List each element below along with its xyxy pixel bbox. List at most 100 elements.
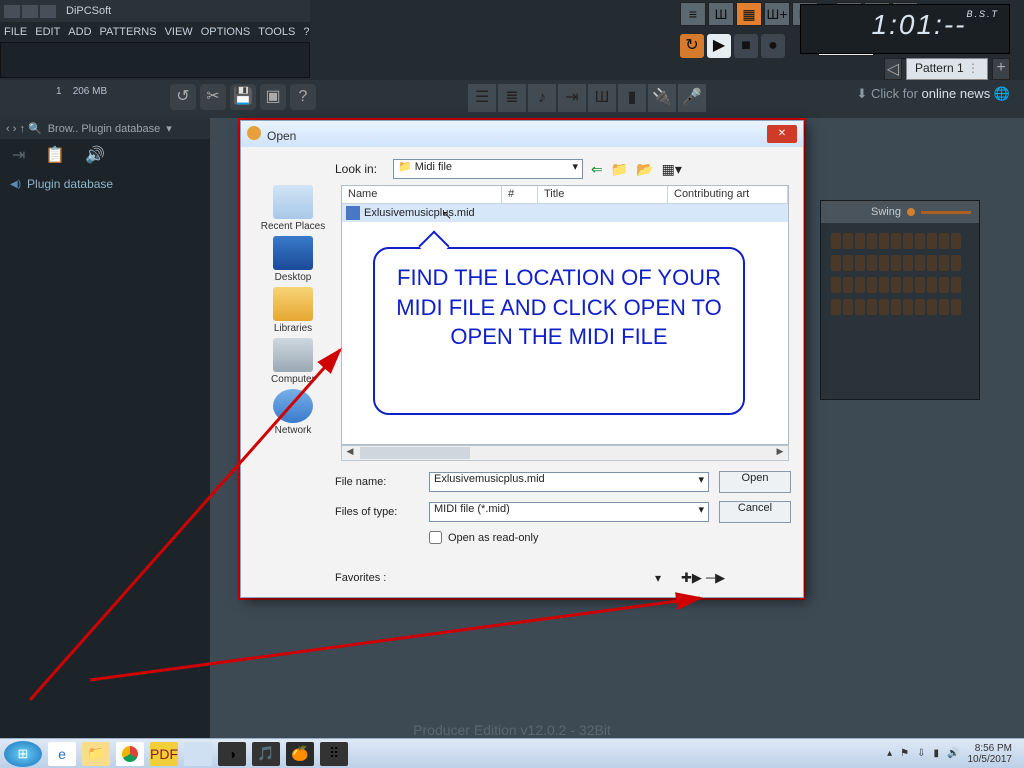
pattern-name[interactable]: Pattern 1 ⋮: [906, 58, 988, 80]
file-row-selected[interactable]: Exlusivemusicplus.mid: [342, 204, 788, 222]
pattern-selector[interactable]: ◁ Pattern 1 ⋮ +: [884, 58, 1010, 80]
system-tray[interactable]: ▴ ⚑ ⇩ ▮ 🔊 8:56 PM 10/5/2017: [887, 743, 1020, 765]
menu-edit[interactable]: EDIT: [35, 26, 60, 38]
col-contrib[interactable]: Contributing art: [668, 186, 788, 203]
tray-network-icon[interactable]: ▮: [934, 748, 940, 759]
place-recent[interactable]: Recent Places: [261, 185, 325, 232]
menu-options[interactable]: OPTIONS: [201, 26, 251, 38]
tray-volume-icon[interactable]: 🔊: [947, 748, 959, 759]
taskbar-app-icon[interactable]: ◑: [218, 742, 246, 766]
menu-add[interactable]: ADD: [68, 26, 91, 38]
filename-input[interactable]: Exlusivemusicplus.mid▾: [429, 472, 709, 492]
menu-view[interactable]: VIEW: [165, 26, 193, 38]
col-num[interactable]: #: [502, 186, 538, 203]
save-icon[interactable]: 💾: [230, 84, 256, 110]
scroll-left-icon[interactable]: ◀: [342, 446, 358, 460]
favorites-dropdown[interactable]: ▾: [429, 571, 661, 585]
toolbar-icon[interactable]: ≣: [498, 84, 526, 112]
filetype-dropdown[interactable]: MIDI file (*.mid)▾: [429, 502, 709, 522]
dialog-titlebar[interactable]: Open ✕: [241, 121, 803, 147]
place-desktop[interactable]: Desktop: [273, 236, 313, 283]
taskbar-ie-icon[interactable]: e: [48, 742, 76, 766]
browser-item-plugin-db[interactable]: Plugin database: [0, 171, 210, 197]
horizontal-scrollbar[interactable]: ◀ ▶: [341, 445, 789, 461]
back-icon[interactable]: ⇐: [591, 161, 603, 178]
taskbar-fl-icon[interactable]: 🍊: [286, 742, 314, 766]
copy-icon: 📋: [45, 145, 65, 165]
new-folder-icon[interactable]: 📂: [636, 161, 653, 178]
tray-download-icon[interactable]: ⇩: [917, 748, 925, 759]
main-menu: FILE EDIT ADD PATTERNS VIEW OPTIONS TOOL…: [0, 22, 310, 42]
title-bar[interactable]: DiPCSoft: [0, 0, 310, 22]
pattern-add-icon[interactable]: +: [992, 58, 1010, 80]
file-list-header[interactable]: Name # Title Contributing art: [342, 186, 788, 204]
cancel-button[interactable]: Cancel: [719, 501, 791, 523]
place-computer[interactable]: Computer: [271, 338, 315, 385]
view-menu-icon[interactable]: ▦▾: [662, 161, 682, 178]
readonly-label: Open as read-only: [448, 532, 539, 544]
swing-knob-icon[interactable]: [907, 208, 915, 216]
taskbar-chrome-icon[interactable]: [116, 742, 144, 766]
tray-flag-icon[interactable]: ⚑: [900, 748, 909, 759]
menu-help[interactable]: ?: [303, 26, 309, 38]
help-icon[interactable]: ?: [290, 84, 316, 110]
fav-add-icon[interactable]: ✚▶: [681, 570, 702, 586]
open-button[interactable]: Open: [719, 471, 791, 493]
pattern-prev-icon[interactable]: ◁: [884, 58, 902, 80]
menu-file[interactable]: FILE: [4, 26, 27, 38]
fl-icon: [247, 126, 261, 140]
taskbar-app-icon[interactable]: ⠿: [320, 742, 348, 766]
place-libraries[interactable]: Libraries: [273, 287, 313, 334]
undo-history-icon[interactable]: ↺: [170, 84, 196, 110]
step-row[interactable]: [831, 277, 969, 293]
menu-tools[interactable]: TOOLS: [258, 26, 295, 38]
browser-header[interactable]: ‹ › ↑ 🔍 Brow.. Plugin database ▾: [0, 118, 210, 139]
step-row[interactable]: [831, 299, 969, 315]
col-name[interactable]: Name: [342, 186, 502, 203]
channel-rack[interactable]: Swing: [820, 200, 980, 400]
tray-clock[interactable]: 8:56 PM 10/5/2017: [968, 743, 1013, 765]
scroll-thumb[interactable]: [360, 447, 470, 459]
toolbar-icon[interactable]: 🎤: [678, 84, 706, 112]
news-link[interactable]: ⬇ Click for online news 🌐: [856, 86, 1010, 102]
render-icon[interactable]: ▣: [260, 84, 286, 110]
tray-up-icon[interactable]: ▴: [887, 748, 892, 759]
hint-bar: [0, 42, 310, 78]
taskbar-app-icon[interactable]: [184, 742, 212, 766]
taskbar-app-icon[interactable]: 🎵: [252, 742, 280, 766]
toolbar-icon[interactable]: ☰: [468, 84, 496, 112]
toolbar-icon[interactable]: 🔌: [648, 84, 676, 112]
browser-quick-icons[interactable]: ⇥📋🔊: [0, 139, 210, 171]
up-icon[interactable]: 📁: [611, 161, 628, 178]
swing-bar: [921, 211, 971, 214]
lookin-dropdown[interactable]: 📁 Midi file▾: [393, 159, 583, 179]
sys-min-icon[interactable]: [22, 5, 38, 18]
fav-remove-icon[interactable]: ─▶: [706, 570, 725, 586]
toolbar-icon[interactable]: ▮: [618, 84, 646, 112]
midi-file-icon: [346, 206, 360, 220]
sys-close-icon[interactable]: [40, 5, 56, 18]
toolbar-icon[interactable]: ♪: [528, 84, 556, 112]
browser-panel: ‹ › ↑ 🔍 Brow.. Plugin database ▾ ⇥📋🔊 Plu…: [0, 118, 210, 738]
collapse-icon: ⇥: [12, 145, 25, 165]
place-network[interactable]: Network: [273, 389, 313, 436]
sys-dropdown-icon[interactable]: [4, 5, 20, 18]
places-bar: Recent Places Desktop Libraries Computer…: [249, 185, 337, 436]
fl-header: DiPCSoft FILE EDIT ADD PATTERNS VIEW OPT…: [0, 0, 1024, 80]
cut-icon[interactable]: ✂: [200, 84, 226, 110]
step-row[interactable]: [831, 233, 969, 249]
readonly-checkbox[interactable]: [429, 531, 442, 544]
start-button[interactable]: ⊞: [4, 741, 42, 767]
scroll-right-icon[interactable]: ▶: [772, 446, 788, 460]
close-button[interactable]: ✕: [767, 125, 797, 143]
toolbar-icon[interactable]: Ш: [588, 84, 616, 112]
col-title[interactable]: Title: [538, 186, 668, 203]
toolbar-icon[interactable]: ⇥: [558, 84, 586, 112]
edition-label: Producer Edition v12.0.2 - 32Bit: [0, 722, 1024, 738]
taskbar-pdf-icon[interactable]: PDF: [150, 742, 178, 766]
menu-patterns[interactable]: PATTERNS: [100, 26, 157, 38]
taskbar-explorer-icon[interactable]: 📁: [82, 742, 110, 766]
time-display[interactable]: 1:01:--B.S.T: [800, 4, 1010, 54]
step-row[interactable]: [831, 255, 969, 271]
windows-taskbar[interactable]: ⊞ e 📁 PDF ◑ 🎵 🍊 ⠿ ▴ ⚑ ⇩ ▮ 🔊 8:56 PM 10/5…: [0, 738, 1024, 768]
